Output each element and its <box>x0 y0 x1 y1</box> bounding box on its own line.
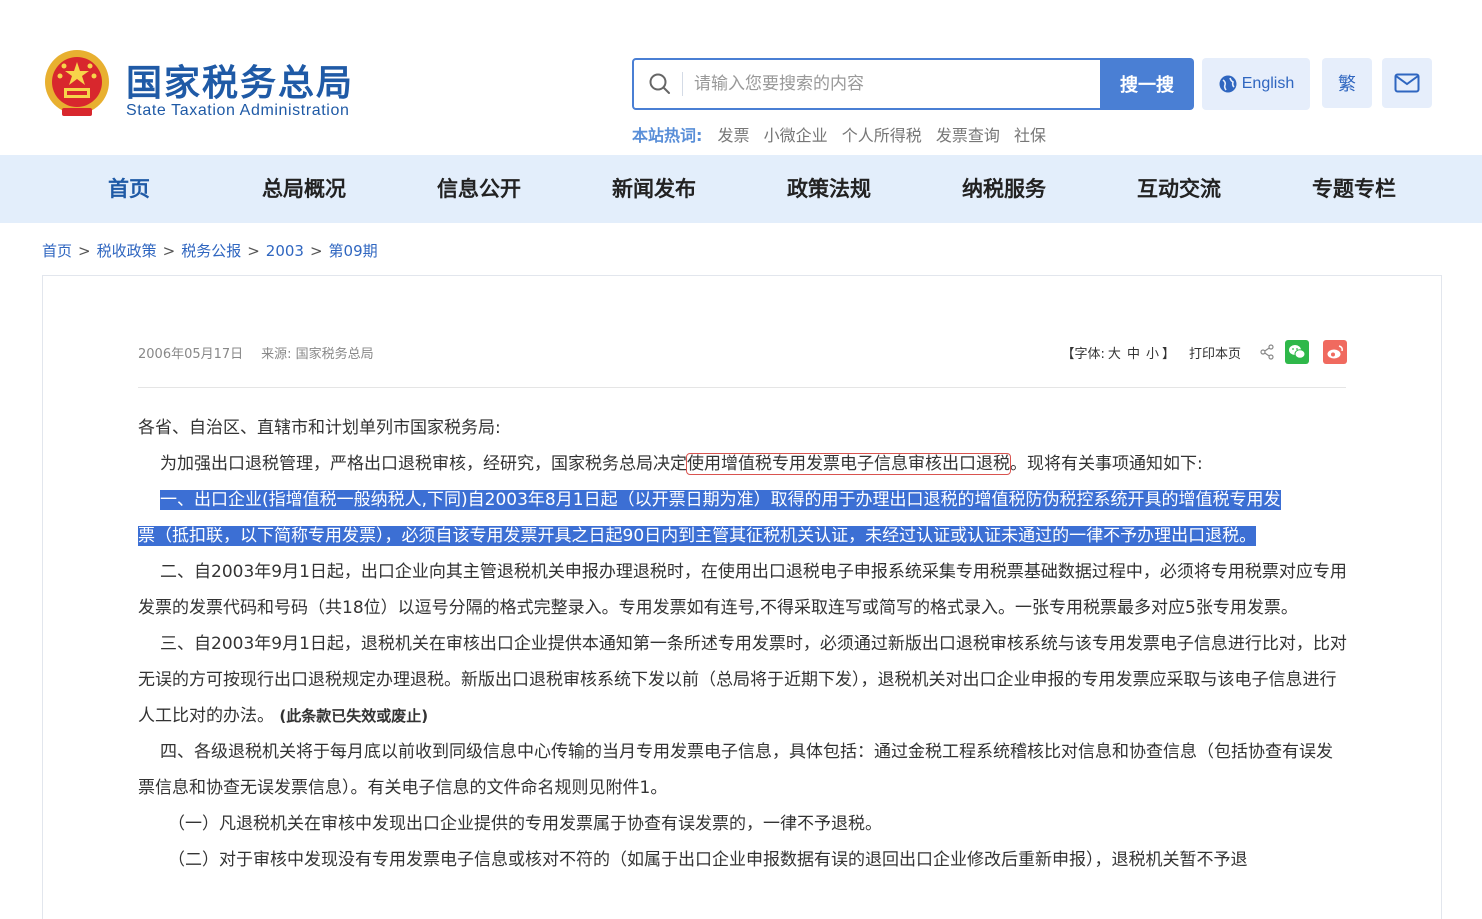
print-button[interactable]: 打印本页 <box>1189 343 1241 362</box>
wechat-icon[interactable] <box>1285 340 1309 364</box>
hot-word[interactable]: 社保 <box>1014 126 1046 145</box>
hot-word[interactable]: 个人所得税 <box>842 126 922 145</box>
mail-icon <box>1394 73 1420 93</box>
font-size-small[interactable]: 小 <box>1146 343 1159 362</box>
repeal-note: (此条款已失效或废止) <box>279 707 429 725</box>
breadcrumb-separator: > <box>247 242 260 260</box>
article-subitem-2: （二）对于审核中发现没有专用发票电子信息或核对不符的（如属于出口企业申报数据有误… <box>168 850 1248 870</box>
breadcrumb-gazette[interactable]: 税务公报 <box>181 242 241 260</box>
site-header: 国家税务总局 State Taxation Administration 搜一搜… <box>0 0 1482 155</box>
hot-word[interactable]: 发票查询 <box>936 126 1000 145</box>
search-box: 搜一搜 <box>632 58 1194 110</box>
search-input[interactable] <box>694 70 1094 98</box>
font-size-label-open: 【字体: <box>1061 346 1105 362</box>
nav-item-topics[interactable]: 专题专栏 <box>1312 155 1396 223</box>
breadcrumb: 首页 > 税收政策 > 税务公报 >2003 > 第09期 <box>42 240 378 261</box>
national-emblem-icon[interactable] <box>42 48 112 120</box>
meta-divider <box>138 387 1346 388</box>
breadcrumb-tax-policy[interactable]: 税收政策 <box>97 242 157 260</box>
nav-item-home[interactable]: 首页 <box>108 155 150 223</box>
selected-text-line-2: 票（抵扣联，以下简称专用发票），必须自该专用发票开具之日起90日内到主管其征税机… <box>138 526 1257 546</box>
article-item-2: 二、自2003年9月1日起，出口企业向其主管退税机关申报办理退税时，在使用出口退… <box>138 562 1347 618</box>
mail-button[interactable] <box>1382 58 1432 108</box>
nav-item-news[interactable]: 新闻发布 <box>612 155 696 223</box>
intro-text-end: 。现将有关事项通知如下: <box>1010 454 1203 474</box>
breadcrumb-separator: > <box>162 242 176 260</box>
english-button[interactable]: English <box>1202 58 1310 110</box>
breadcrumb-separator: > <box>309 242 323 260</box>
article-item-1: 一、出口企业(指增值税一般纳税人,下同)自2003年8月1日起（以开票日期为准）… <box>138 482 1348 554</box>
article-item-3: 三、自2003年9月1日起，退税机关在审核出口企业提供本通知第一条所述专用发票时… <box>138 626 1348 734</box>
search-separator <box>682 72 683 96</box>
breadcrumb-separator: > <box>78 242 91 260</box>
article-date: 2006年05月17日 <box>138 347 244 362</box>
search-icon <box>649 73 670 94</box>
nav-item-overview[interactable]: 总局概况 <box>262 155 346 223</box>
hot-word[interactable]: 小微企业 <box>764 126 828 145</box>
article-item-4: 四、各级退税机关将于每月底以前收到同级信息中心传输的当月专用发票电子信息，具体包… <box>138 742 1333 798</box>
globe-icon <box>1219 75 1237 93</box>
article-subitem-1: （一）凡退税机关在审核中发现出口企业提供的专用发票属于协查有误发票的，一律不予退… <box>168 814 882 834</box>
logo-subtitle[interactable]: State Taxation Administration <box>126 102 349 120</box>
hot-word[interactable]: 发票 <box>718 126 750 145</box>
search-button[interactable]: 搜一搜 <box>1100 58 1194 110</box>
font-size-label-close: 】 <box>1161 346 1175 362</box>
hot-words: 本站热词: 发票 小微企业 个人所得税 发票查询 社保 <box>632 122 1055 146</box>
hot-words-label: 本站热词: <box>632 126 703 145</box>
font-size-large[interactable]: 大 <box>1108 343 1121 362</box>
nav-item-info-disclosure[interactable]: 信息公开 <box>437 155 521 223</box>
english-label: English <box>1241 75 1295 92</box>
article-meta: 2006年05月17日 来源: 国家税务总局 <box>138 343 374 362</box>
article-greeting: 各省、自治区、直辖市和计划单列市国家税务局: <box>138 418 501 438</box>
logo-title[interactable]: 国家税务总局 <box>126 54 354 106</box>
nav-item-policies[interactable]: 政策法规 <box>787 155 871 223</box>
breadcrumb-issue[interactable]: 第09期 <box>329 242 378 260</box>
article-panel: 2006年05月17日 来源: 国家税务总局 【字体: 大 中 小 】 打印本页 <box>42 275 1442 919</box>
article-source: 来源: 国家税务总局 <box>261 347 374 362</box>
highlighted-phrase: 使用增值税专用发票电子信息审核出口退税 <box>686 453 1011 475</box>
article-intro: 为加强出口退税管理，严格出口退税审核，经研究，国家税务总局决定使用增值税专用发票… <box>138 446 1348 482</box>
breadcrumb-year[interactable]: 2003 <box>266 242 304 260</box>
main-nav: 首页 总局概况 信息公开 新闻发布 政策法规 纳税服务 互动交流 专题专栏 <box>0 155 1482 223</box>
article-body: 各省、自治区、直辖市和计划单列市国家税务局: 为加强出口退税管理，严格出口退税审… <box>138 410 1348 878</box>
font-size-medium[interactable]: 中 <box>1127 343 1140 362</box>
breadcrumb-home[interactable]: 首页 <box>42 242 72 260</box>
article-tools: 【字体: 大 中 小 】 打印本页 <box>1062 340 1347 364</box>
share-icon[interactable] <box>1259 344 1275 360</box>
weibo-icon[interactable] <box>1323 340 1347 364</box>
nav-item-tax-service[interactable]: 纳税服务 <box>962 155 1046 223</box>
nav-item-interaction[interactable]: 互动交流 <box>1137 155 1221 223</box>
intro-text: 为加强出口退税管理，严格出口退税审核，经研究，国家税务总局决定 <box>160 454 687 474</box>
selected-text-line-1: 一、出口企业(指增值税一般纳税人,下同)自2003年8月1日起（以开票日期为准）… <box>160 490 1281 510</box>
traditional-chinese-button[interactable]: 繁 <box>1322 58 1372 108</box>
